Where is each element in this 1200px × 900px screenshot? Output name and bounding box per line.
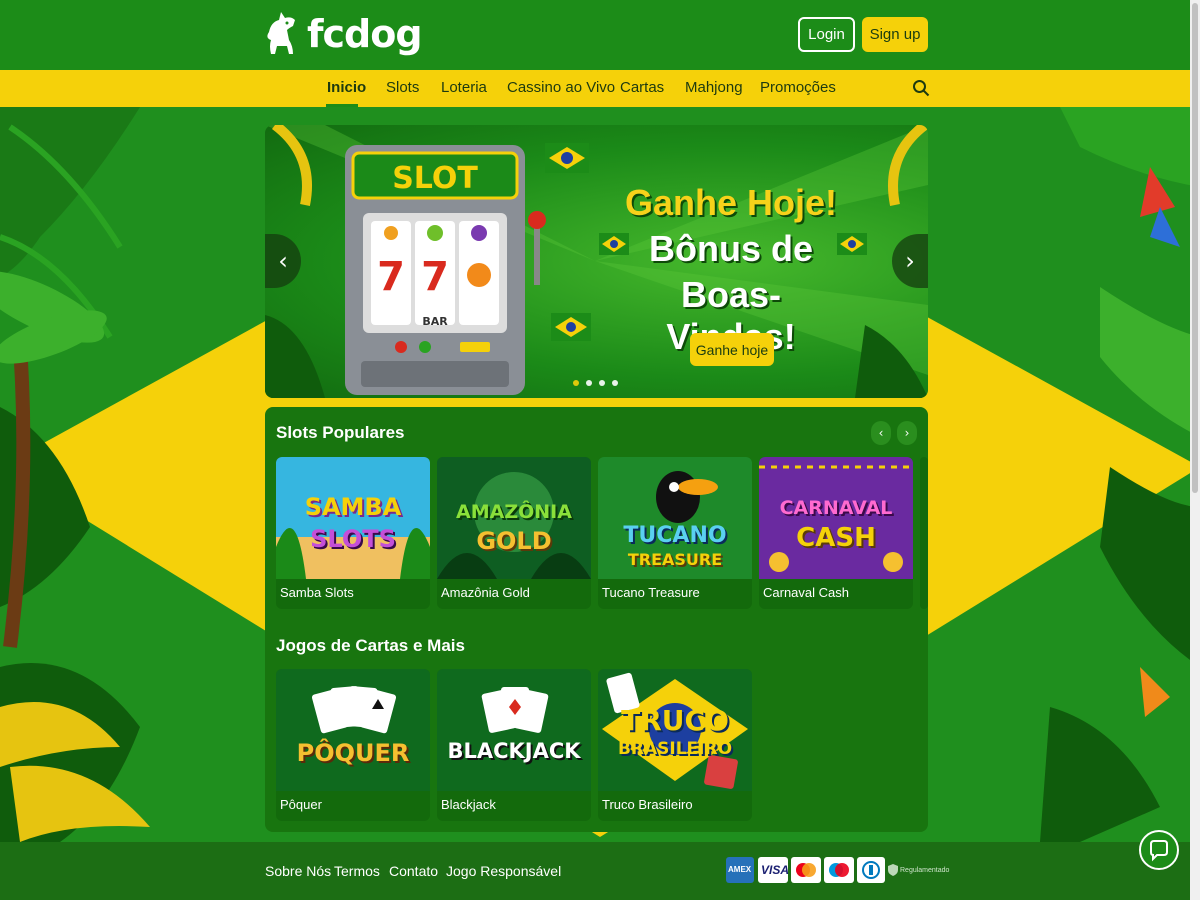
svg-text:BAR: BAR — [422, 315, 448, 328]
carousel-dot[interactable] — [573, 380, 579, 386]
carousel-dot[interactable] — [612, 380, 618, 386]
brand-logo[interactable]: fcdog — [263, 10, 423, 58]
game-label: Pôquer — [280, 797, 322, 812]
top-header: fcdog Login Sign up — [0, 0, 1200, 70]
brazil-flag-icon — [545, 143, 589, 173]
carousel-dot[interactable] — [599, 380, 605, 386]
game-card-tucano-treasure[interactable]: TUCANO TREASURE Tucano Treasure — [598, 457, 752, 609]
nav-item-cassino-ao-vivo[interactable]: Cassino ao Vivo — [507, 79, 615, 96]
svg-text:7: 7 — [377, 254, 405, 300]
game-card-poquer[interactable]: PÔQUER Pôquer — [276, 669, 430, 821]
game-label: Blackjack — [441, 797, 496, 812]
regulated-badge: Regulamentado — [888, 864, 949, 876]
signup-button[interactable]: Sign up — [862, 17, 928, 52]
section-title-card-games: Jogos de Cartas e Mais — [276, 636, 465, 655]
game-card-partial[interactable] — [920, 457, 928, 609]
active-tab-indicator — [326, 104, 358, 107]
game-label: Carnaval Cash — [763, 585, 849, 600]
maestro-icon — [824, 857, 854, 883]
nav-item-inicio[interactable]: Inicio — [327, 79, 366, 96]
game-card-samba-slots[interactable]: SAMBA SLOTS Samba Slots — [276, 457, 430, 609]
footer-link-sobre-nos[interactable]: Sobre Nós — [265, 863, 331, 879]
nav-item-mahjong[interactable]: Mahjong — [685, 79, 743, 96]
footer-link-termos[interactable]: Termos — [334, 863, 380, 879]
game-card-blackjack[interactable]: BLACKJACK Blackjack — [437, 669, 591, 821]
game-label: Samba Slots — [280, 585, 354, 600]
nav-item-slots[interactable]: Slots — [386, 79, 419, 96]
nav-item-cartas[interactable]: Cartas — [620, 79, 664, 96]
footer-link-contato[interactable]: Contato — [389, 863, 438, 879]
section-title-popular-slots: Slots Populares — [276, 423, 405, 442]
shield-icon — [888, 864, 898, 876]
amex-icon: AMEX — [726, 857, 754, 883]
banner-cta-button[interactable]: Ganhe hoje — [690, 333, 774, 366]
poquer-thumbnail — [276, 669, 430, 791]
svg-text:7: 7 — [421, 254, 449, 300]
game-card-carnaval-cash[interactable]: CARNAVAL CASH Carnaval Cash — [759, 457, 913, 609]
chat-support-button[interactable] — [1139, 830, 1179, 870]
dog-logo-icon — [267, 12, 295, 54]
nav-item-promocoes[interactable]: Promoções — [760, 79, 836, 96]
main-nav: Inicio Slots Loteria Cassino ao Vivo Car… — [0, 70, 1200, 107]
brand-name: fcdog — [307, 12, 423, 56]
carousel-dot[interactable] — [586, 380, 592, 386]
popular-prev-button[interactable]: ‹ — [871, 421, 891, 445]
login-button[interactable]: Login — [798, 17, 855, 52]
search-icon[interactable] — [912, 79, 930, 97]
nav-item-loteria[interactable]: Loteria — [441, 79, 487, 96]
carousel-dots — [573, 380, 618, 386]
game-label: Truco Brasileiro — [602, 797, 693, 812]
game-card-amazonia-gold[interactable]: AMAZÔNIA GOLD Amazônia Gold — [437, 457, 591, 609]
blackjack-thumbnail — [437, 669, 591, 791]
page-scrollbar[interactable] — [1190, 0, 1200, 900]
footer — [0, 842, 1200, 900]
visa-icon: VISA — [758, 857, 789, 883]
banner-headline: Ganhe Hoje! — [624, 182, 838, 223]
banner-subline-1: Bônus de — [648, 228, 813, 269]
mastercard-icon — [791, 857, 821, 883]
game-card-truco-brasileiro[interactable]: TRUCO BRASILEIRO Truco Brasileiro — [598, 669, 752, 821]
popular-next-button[interactable]: › — [897, 421, 917, 445]
footer-link-jogo-responsavel[interactable]: Jogo Responsável — [446, 863, 561, 879]
scrollbar-thumb[interactable] — [1192, 3, 1198, 493]
diners-icon — [857, 857, 885, 883]
slot-sign-text: SLOT — [392, 161, 478, 196]
game-label: Tucano Treasure — [602, 585, 700, 600]
chat-icon — [1150, 840, 1168, 862]
game-label: Amazônia Gold — [441, 585, 530, 600]
